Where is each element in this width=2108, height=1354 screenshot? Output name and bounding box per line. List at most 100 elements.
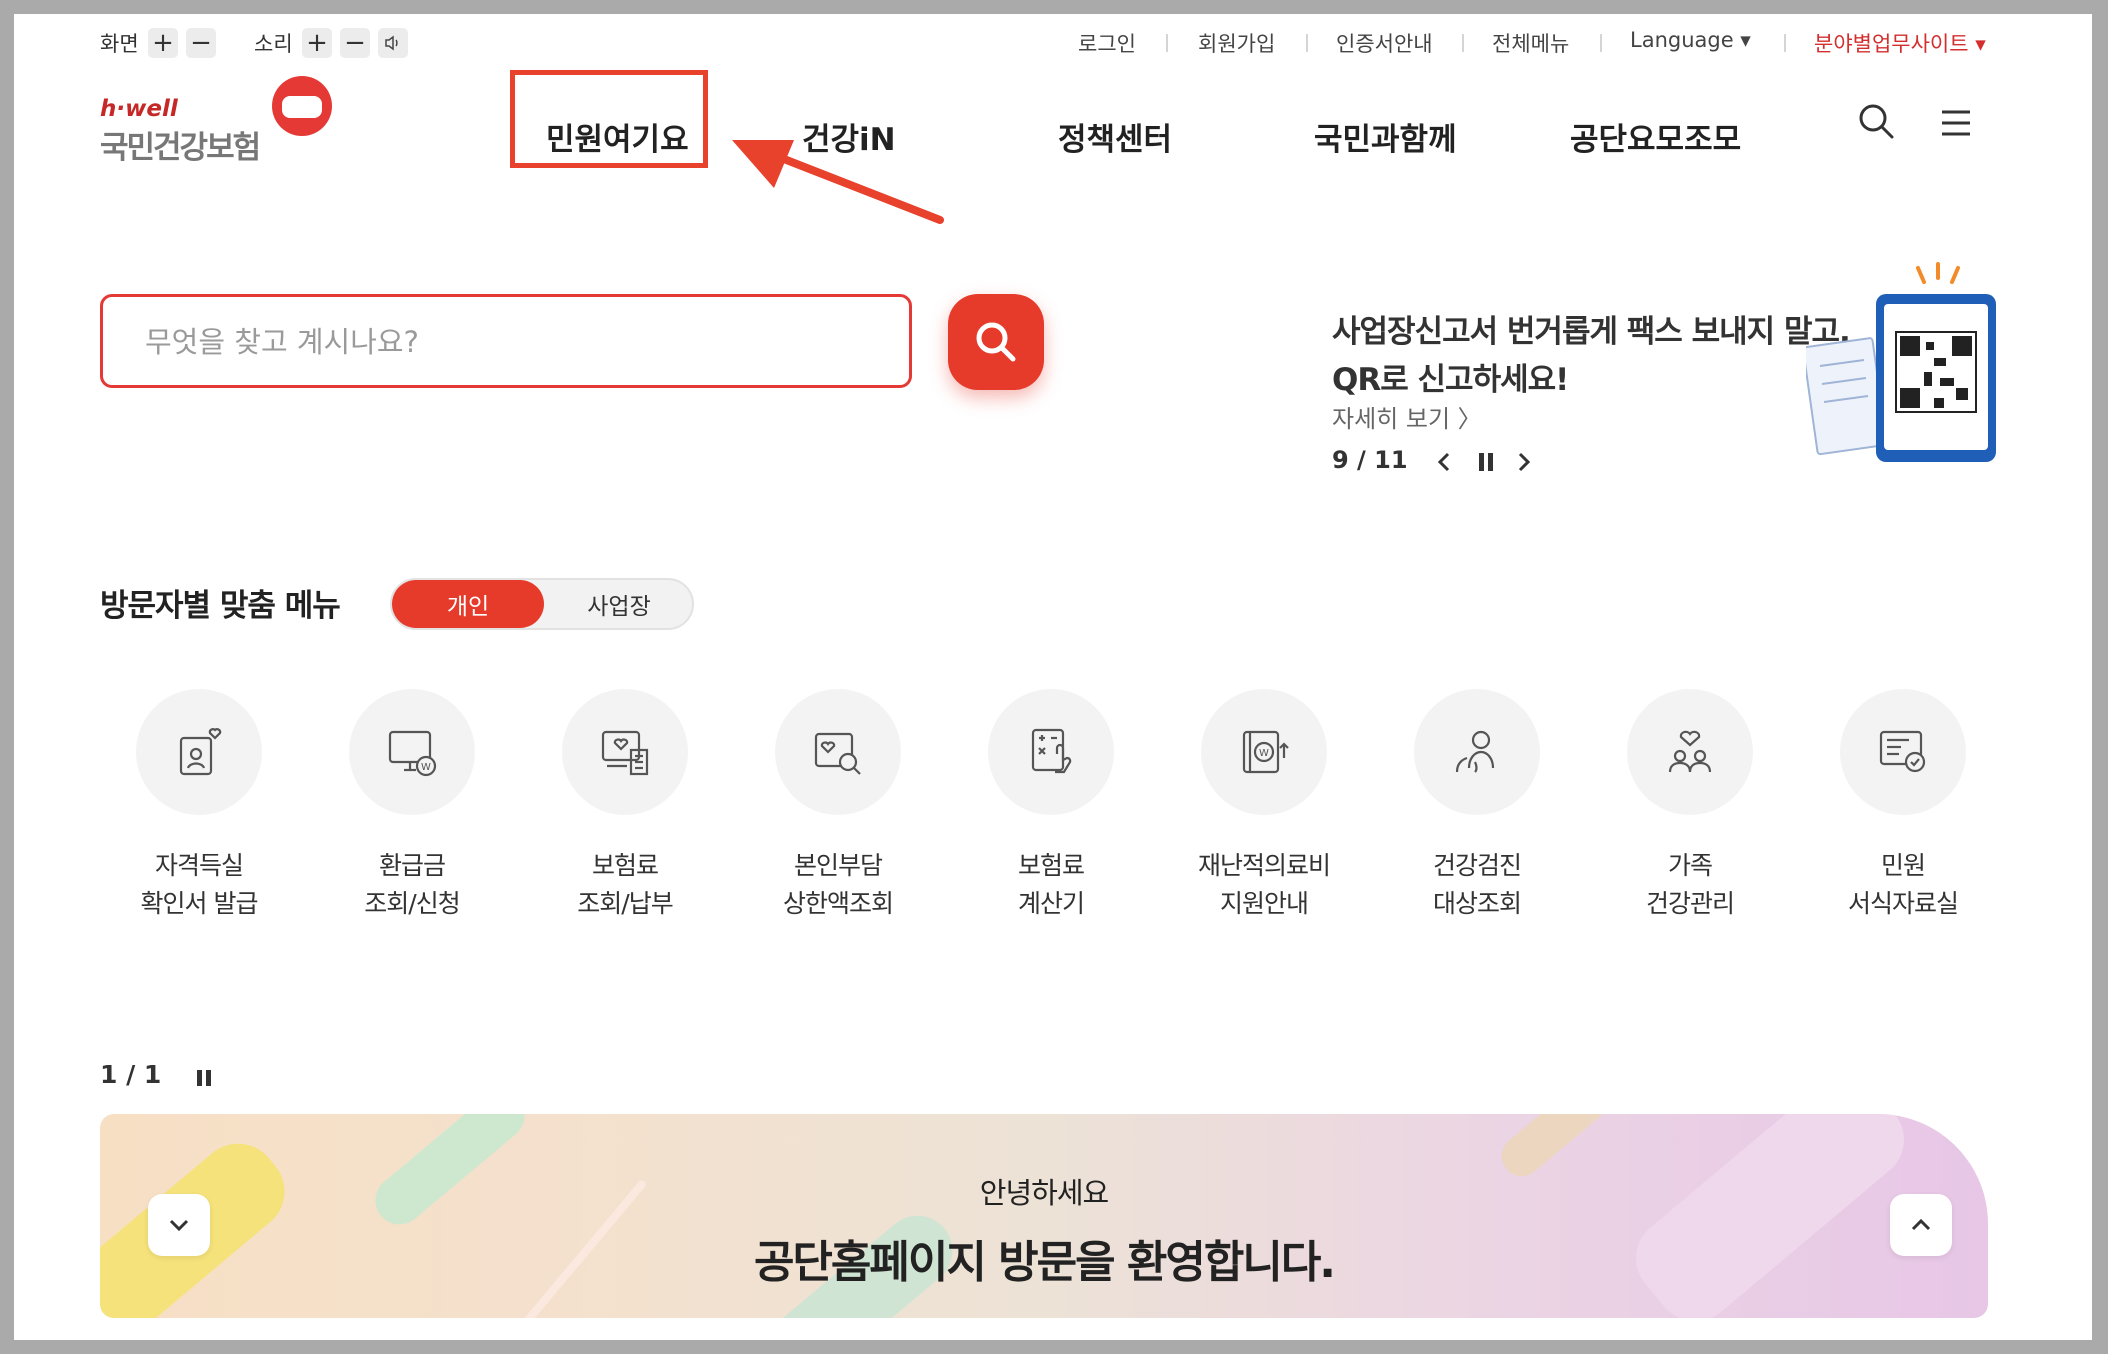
search-icon: [1859, 104, 1894, 139]
divider: [1306, 34, 1308, 52]
chevron-left-icon: [1437, 452, 1450, 472]
header-search-button[interactable]: [1854, 100, 1900, 146]
menu-label-line1: 환급금: [378, 851, 446, 880]
menu-item-premium-payment[interactable]: 보험료 조회/납부: [535, 689, 715, 923]
bill-heart-icon: [601, 730, 649, 776]
menu-label-line2: 상한액조회: [782, 889, 894, 918]
certificate-guide-link[interactable]: 인증서안내: [1336, 28, 1433, 58]
menu-label-line2: 조회/신청: [364, 889, 460, 918]
menu-icon-chip: [136, 689, 262, 815]
menu-icon-chip: W: [1201, 689, 1327, 815]
speaker-icon: [385, 35, 398, 51]
sound-up-button[interactable]: +: [302, 28, 332, 58]
document-check-icon: [1879, 730, 1926, 773]
menu-item-health-checkup[interactable]: 건강검진 대상조회: [1387, 689, 1567, 923]
sound-down-button[interactable]: −: [340, 28, 370, 58]
promo-pause-button[interactable]: [1472, 448, 1500, 476]
welcome-banner: 안녕하세요 공단홈페이지 방문을 환영합니다.: [100, 1114, 1988, 1318]
hamburger-menu-button[interactable]: [1936, 104, 1976, 144]
menu-label-line1: 재난적의료비: [1197, 851, 1331, 880]
menu-label-line1: 보험료: [1017, 851, 1085, 880]
promo-more-link[interactable]: 자세히 보기 〉: [1332, 399, 1482, 434]
menu-item-forms-library[interactable]: 민원서식자료실: [1813, 689, 1993, 923]
screen-zoom-in-button[interactable]: +: [148, 28, 178, 58]
menu-label-line1: 가족: [1667, 851, 1713, 880]
banner-expand-button[interactable]: [148, 1194, 210, 1256]
visitor-type-toggle: 개인 사업장: [390, 578, 694, 630]
pause-icon: [1479, 453, 1493, 471]
qr-phone-illustration-icon: [1806, 262, 1996, 462]
id-card-heart-icon: [179, 728, 222, 776]
svg-text:W: W: [1259, 748, 1269, 759]
screen-size-label: 화면: [100, 32, 139, 56]
promo-next-button[interactable]: [1510, 448, 1538, 476]
sound-label: 소리: [254, 32, 293, 56]
promo-prev-button[interactable]: [1430, 448, 1458, 476]
monitor-won-icon: W: [388, 730, 437, 777]
chevron-up-icon: [1911, 1218, 1931, 1231]
promo-title-line1: 사업장신고서 번거롭게 팩스 보내지 말고,: [1332, 314, 1851, 350]
menu-pager-counter: 1 / 1: [100, 1060, 162, 1089]
menu-item-family-health[interactable]: 가족건강관리: [1600, 689, 1780, 923]
menu-icon-chip: [562, 689, 688, 815]
full-menu-link[interactable]: 전체메뉴: [1492, 28, 1569, 58]
menu-label-line2: 확인서 발급: [140, 889, 259, 918]
menu-label-line1: 민원: [1880, 851, 1926, 880]
menu-item-copay-limit[interactable]: 본인부담상한액조회: [748, 689, 928, 923]
banner-welcome-text: 공단홈페이지 방문을 환영합니다.: [753, 1237, 1336, 1288]
menu-item-catastrophic-medical[interactable]: W 재난적의료비 지원안내: [1174, 689, 1354, 923]
nav-about-corp[interactable]: 공단요모조모: [1570, 114, 1741, 159]
tab-individual[interactable]: 개인: [392, 580, 544, 628]
speaker-button[interactable]: [378, 28, 408, 58]
menu-icon-chip: [775, 689, 901, 815]
family-heart-icon: [1668, 730, 1712, 773]
menu-pause-button[interactable]: [192, 1066, 216, 1090]
nav-policy-center[interactable]: 정책센터: [1058, 114, 1172, 159]
annotation-arrow-icon: [732, 140, 944, 224]
menu-icon-chip: [1414, 689, 1540, 815]
banner-collapse-button[interactable]: [1890, 1194, 1952, 1256]
promo-title-line2: QR로 신고하세요!: [1332, 362, 1569, 398]
menu-label-line2: 건강관리: [1645, 889, 1735, 918]
menu-icon-chip: [988, 689, 1114, 815]
highlight-box: [510, 70, 708, 168]
menu-icon-chip: [1840, 689, 1966, 815]
search-input[interactable]: [143, 317, 867, 367]
book-won-icon: W: [1242, 730, 1289, 774]
people-check-icon: [1455, 730, 1495, 773]
search-icon: [976, 322, 1016, 362]
menu-icon-chip: [1627, 689, 1753, 815]
visitor-menu-title: 방문자별 맞춤 메뉴: [100, 588, 341, 624]
hamburger-icon: [1942, 110, 1970, 136]
menu-label-line2: 대상조회: [1432, 889, 1522, 918]
menu-label-line1: 본인부담: [793, 851, 883, 880]
menu-icon-chip: W: [349, 689, 475, 815]
divider: [1166, 34, 1168, 52]
logo-brand[interactable]: h·well: [100, 96, 178, 122]
menu-label-line2: 조회/납부: [577, 889, 673, 918]
chevron-right-icon: [1518, 452, 1531, 472]
login-link[interactable]: 로그인: [1078, 28, 1136, 58]
divider: [1784, 34, 1786, 52]
menu-item-refund[interactable]: W 환급금조회/신청: [322, 689, 502, 923]
menu-label-line1: 자격득실: [154, 851, 244, 880]
chevron-down-icon: [169, 1219, 189, 1232]
logo-name[interactable]: 국민건강보험: [100, 122, 261, 167]
divider: [1462, 34, 1464, 52]
language-dropdown[interactable]: Language ▾: [1630, 28, 1751, 52]
nav-with-citizens[interactable]: 국민과함께: [1314, 114, 1457, 159]
pause-icon: [197, 1070, 211, 1086]
divider: [1600, 34, 1602, 52]
menu-label-line2: 서식자료실: [1847, 889, 1959, 918]
screen-zoom-out-button[interactable]: −: [186, 28, 216, 58]
search-submit-button[interactable]: [948, 294, 1044, 390]
menu-item-premium-calculator[interactable]: 보험료 계산기: [961, 689, 1141, 923]
menu-item-qualification-cert[interactable]: 자격득실확인서 발급: [109, 689, 289, 923]
tab-business[interactable]: 사업장: [544, 580, 694, 628]
logo-mark-icon: [272, 76, 332, 136]
field-sites-dropdown[interactable]: 분야별업무사이트 ▾: [1814, 28, 1986, 58]
svg-text:W: W: [421, 762, 431, 773]
calculator-hand-icon: [1031, 728, 1072, 774]
signup-link[interactable]: 회원가입: [1198, 28, 1275, 58]
card-search-icon: [814, 732, 861, 775]
